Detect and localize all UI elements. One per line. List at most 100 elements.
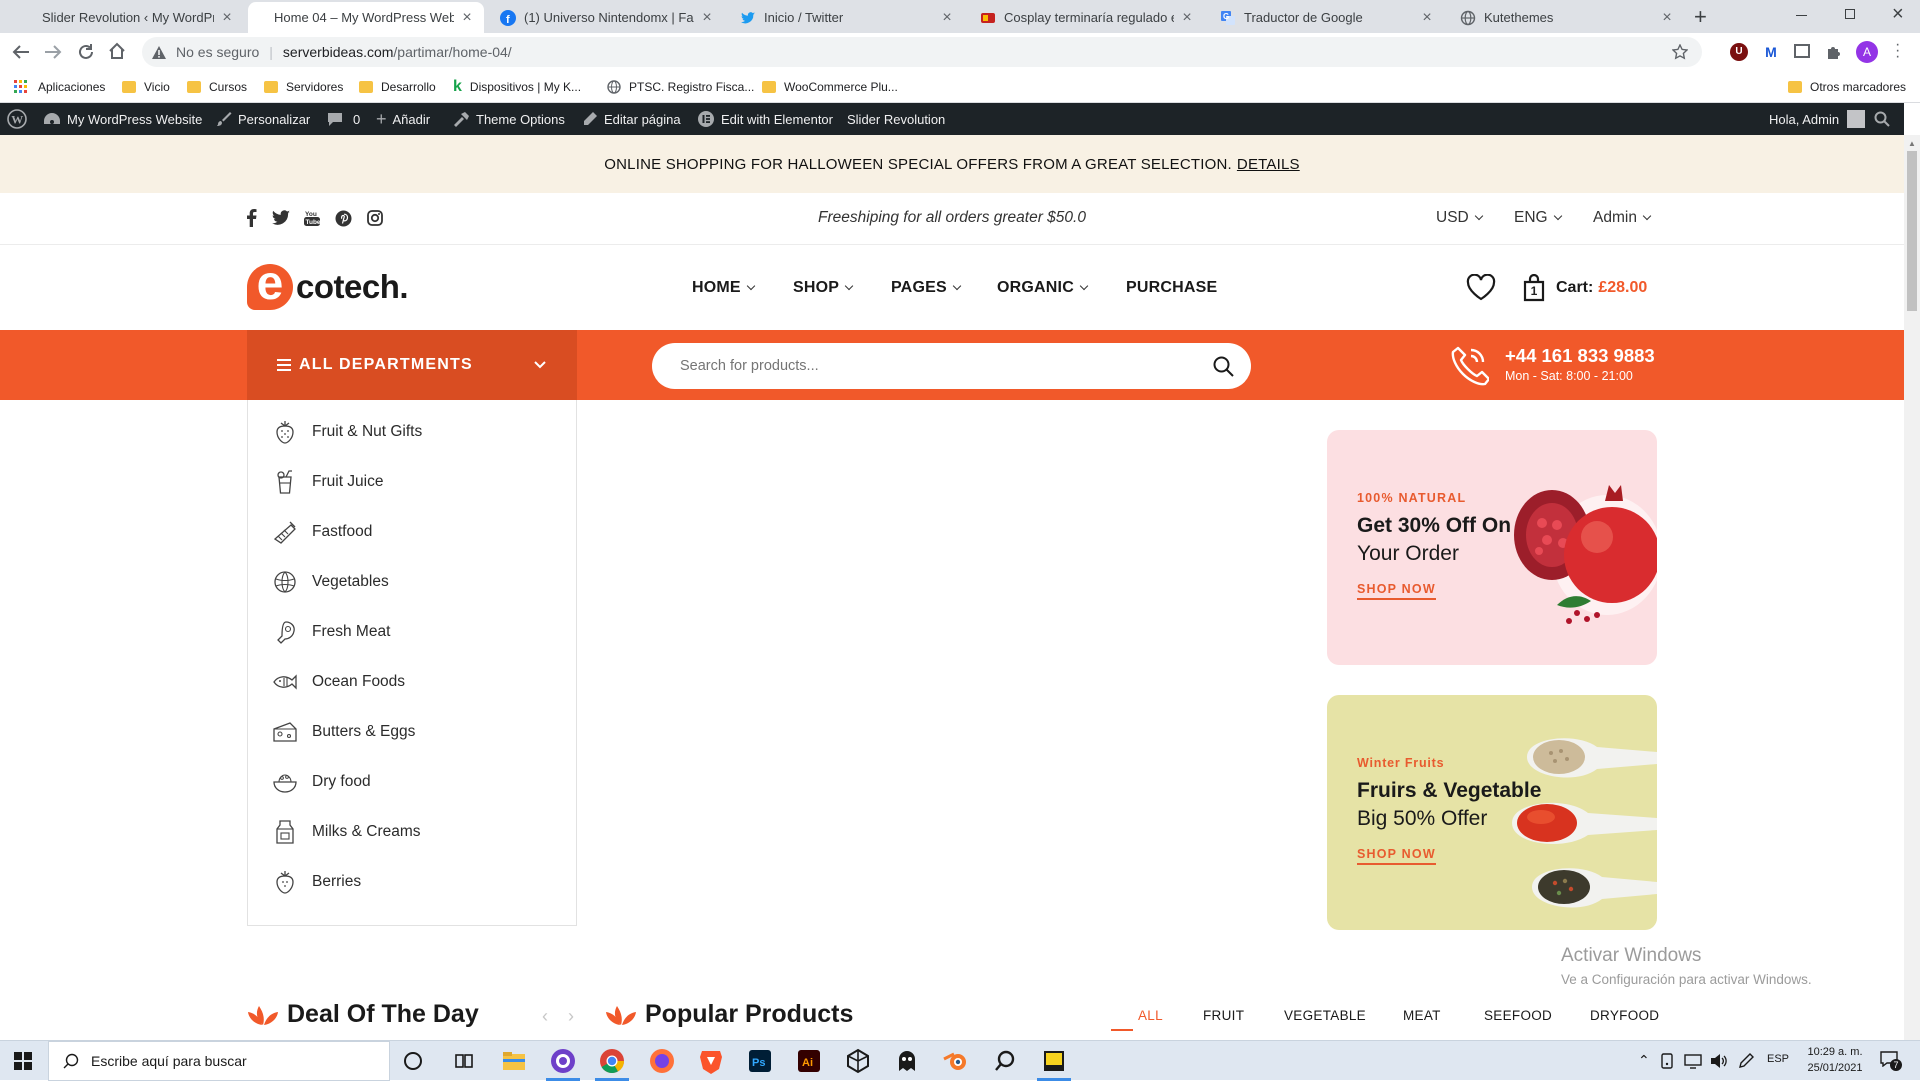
screenshot-extension-icon[interactable]	[1794, 44, 1810, 58]
wp-theme-options-button[interactable]: Theme Options	[452, 103, 565, 135]
support-phone[interactable]: +44 161 833 9883	[1505, 345, 1655, 367]
reload-icon[interactable]	[77, 43, 95, 61]
input-language[interactable]: ESP	[1767, 1053, 1789, 1065]
filter-all[interactable]: ALL	[1138, 1008, 1163, 1023]
close-icon[interactable]: ×	[220, 9, 234, 27]
minimize-icon[interactable]	[1796, 15, 1807, 16]
close-icon[interactable]: ×	[700, 9, 714, 27]
currency-selector[interactable]: USD	[1436, 209, 1483, 227]
notification-center-button[interactable]: 7	[1880, 1051, 1902, 1071]
all-departments-button[interactable]: ALL DEPARTMENTS	[247, 330, 577, 400]
nav-purchase[interactable]: PURCHASE	[1126, 245, 1217, 330]
nav-pages[interactable]: PAGES	[891, 245, 962, 330]
brave-icon[interactable]	[697, 1047, 725, 1075]
dept-milks-creams[interactable]: Milks & Creams	[248, 807, 576, 857]
profile-avatar[interactable]: A	[1856, 41, 1878, 63]
tab-cosplay[interactable]: Cosplay terminaría regulado en Japón ×	[968, 2, 1204, 33]
filter-fruit[interactable]: FRUIT	[1203, 1008, 1244, 1023]
wp-edit-page-button[interactable]: Editar página	[582, 103, 681, 135]
wp-site-menu[interactable]: My WordPress Website	[43, 103, 202, 135]
filter-vegetable[interactable]: VEGETABLE	[1284, 1008, 1366, 1023]
bookmark-apps[interactable]: Aplicaciones	[14, 71, 105, 103]
windows-start-icon[interactable]	[14, 1052, 32, 1070]
dept-fastfood[interactable]: Fastfood	[248, 507, 576, 557]
illustrator-icon[interactable]: Ai	[795, 1047, 823, 1075]
deal-next-arrow[interactable]: ›	[568, 1006, 574, 1027]
search-app-icon[interactable]	[991, 1047, 1019, 1075]
promo-banner-natural[interactable]: 100% NATURAL Get 30% Off On Your Order S…	[1327, 430, 1657, 665]
metamask-extension-icon[interactable]: M	[1762, 43, 1780, 61]
banner-shop-now-link[interactable]: SHOP NOW	[1357, 847, 1436, 865]
tab-twitter[interactable]: Inicio / Twitter ×	[728, 2, 964, 33]
close-icon[interactable]: ×	[1420, 9, 1434, 27]
photoshop-icon[interactable]: Ps	[746, 1047, 774, 1075]
language-selector[interactable]: ENG	[1514, 209, 1562, 227]
window-close-icon[interactable]: ×	[1892, 3, 1904, 26]
bookmark-dispositivos[interactable]: k Dispositivos | My K...	[453, 71, 581, 103]
close-icon[interactable]: ×	[940, 9, 954, 27]
wp-customize-button[interactable]: Personalizar	[216, 103, 310, 135]
system-clock[interactable]: 10:29 a. m. 25/01/2021	[1800, 1044, 1870, 1076]
dept-fruit-nut-gifts[interactable]: Fruit & Nut Gifts	[248, 407, 576, 457]
filter-dryfood[interactable]: DRYFOOD	[1590, 1008, 1659, 1023]
promo-details-link[interactable]: DETAILS	[1237, 156, 1300, 173]
wp-logo-button[interactable]: W	[7, 103, 33, 135]
chrome-icon[interactable]	[598, 1047, 626, 1075]
address-bar[interactable]: No es seguro | serverbideas.com/partimar…	[142, 37, 1702, 67]
blender-icon[interactable]	[942, 1047, 970, 1075]
bookmark-desarrollo[interactable]: Desarrollo	[359, 71, 436, 103]
task-view-icon[interactable]	[450, 1047, 478, 1075]
file-explorer-icon[interactable]	[500, 1047, 528, 1075]
wp-elementor-button[interactable]: Edit with Elementor	[697, 103, 833, 135]
account-menu[interactable]: Admin	[1593, 209, 1652, 227]
deal-prev-arrow[interactable]: ‹	[542, 1006, 548, 1027]
bookmark-cursos[interactable]: Cursos	[187, 71, 247, 103]
banner-shop-now-link[interactable]: SHOP NOW	[1357, 582, 1436, 600]
search-input[interactable]	[680, 358, 1200, 374]
taskbar-search[interactable]: Escribe aquí para buscar	[48, 1041, 390, 1081]
menu-dots-icon[interactable]: · · ·	[1895, 37, 1900, 65]
site-logo[interactable]: e cotech.	[247, 260, 409, 310]
pen-icon[interactable]	[1738, 1053, 1754, 1069]
forward-icon[interactable]	[44, 44, 62, 60]
close-icon[interactable]: ×	[460, 9, 474, 27]
back-icon[interactable]	[12, 44, 30, 60]
star-icon[interactable]	[1672, 44, 1688, 60]
nav-organic[interactable]: ORGANIC	[997, 245, 1089, 330]
tab-google-translate[interactable]: G Traductor de Google ×	[1208, 2, 1444, 33]
ublock-extension-icon[interactable]: U	[1730, 43, 1748, 61]
dept-dry-food[interactable]: Dry food	[248, 757, 576, 807]
page-scrollbar[interactable]: ▲	[1904, 135, 1920, 1040]
nav-home[interactable]: HOME	[692, 245, 756, 330]
dept-fruit-juice[interactable]: Fruit Juice	[248, 457, 576, 507]
heart-icon[interactable]	[1466, 274, 1496, 301]
close-icon[interactable]: ×	[1180, 9, 1194, 27]
wp-new-button[interactable]: + Añadir	[376, 103, 430, 135]
bookmark-servidores[interactable]: Servidores	[264, 71, 343, 103]
tray-chevron-up-icon[interactable]: ⌃	[1638, 1052, 1650, 1069]
dept-vegetables[interactable]: Vegetables	[248, 557, 576, 607]
wp-account-menu[interactable]: Hola, Admin	[1769, 103, 1866, 135]
dept-ocean-foods[interactable]: Ocean Foods	[248, 657, 576, 707]
tab-kutethemes[interactable]: Kutethemes ×	[1448, 2, 1684, 33]
scroll-up-arrow[interactable]: ▲	[1907, 139, 1917, 148]
bookmark-ptsc[interactable]: PTSC. Registro Fisca...	[607, 71, 754, 103]
network-icon[interactable]	[1684, 1053, 1702, 1069]
wp-comments-button[interactable]: 0	[327, 103, 360, 135]
wp-slider-revolution-button[interactable]: Slider Revolution	[847, 103, 945, 135]
promo-banner-winter[interactable]: Winter Fruits Fruirs & Vegetable Big 50%…	[1327, 695, 1657, 930]
home-icon[interactable]	[108, 42, 126, 60]
nav-shop[interactable]: SHOP	[793, 245, 854, 330]
tray-device-icon[interactable]	[1660, 1053, 1674, 1069]
dept-fresh-meat[interactable]: Fresh Meat	[248, 607, 576, 657]
tab-home-04[interactable]: Home 04 – My WordPress Website ×	[248, 2, 484, 33]
close-icon[interactable]: ×	[1660, 9, 1674, 27]
bookmark-other[interactable]: Otros marcadores	[1788, 71, 1906, 103]
bookmark-woocommerce[interactable]: WooCommerce Plu...	[762, 71, 898, 103]
unity-icon[interactable]	[844, 1047, 872, 1075]
sticky-notes-icon[interactable]	[1040, 1047, 1068, 1075]
dept-butters-eggs[interactable]: Butters & Eggs	[248, 707, 576, 757]
new-tab-button[interactable]: +	[1694, 4, 1707, 30]
search-icon[interactable]	[1874, 111, 1890, 127]
bookmark-vicio[interactable]: Vicio	[122, 71, 170, 103]
